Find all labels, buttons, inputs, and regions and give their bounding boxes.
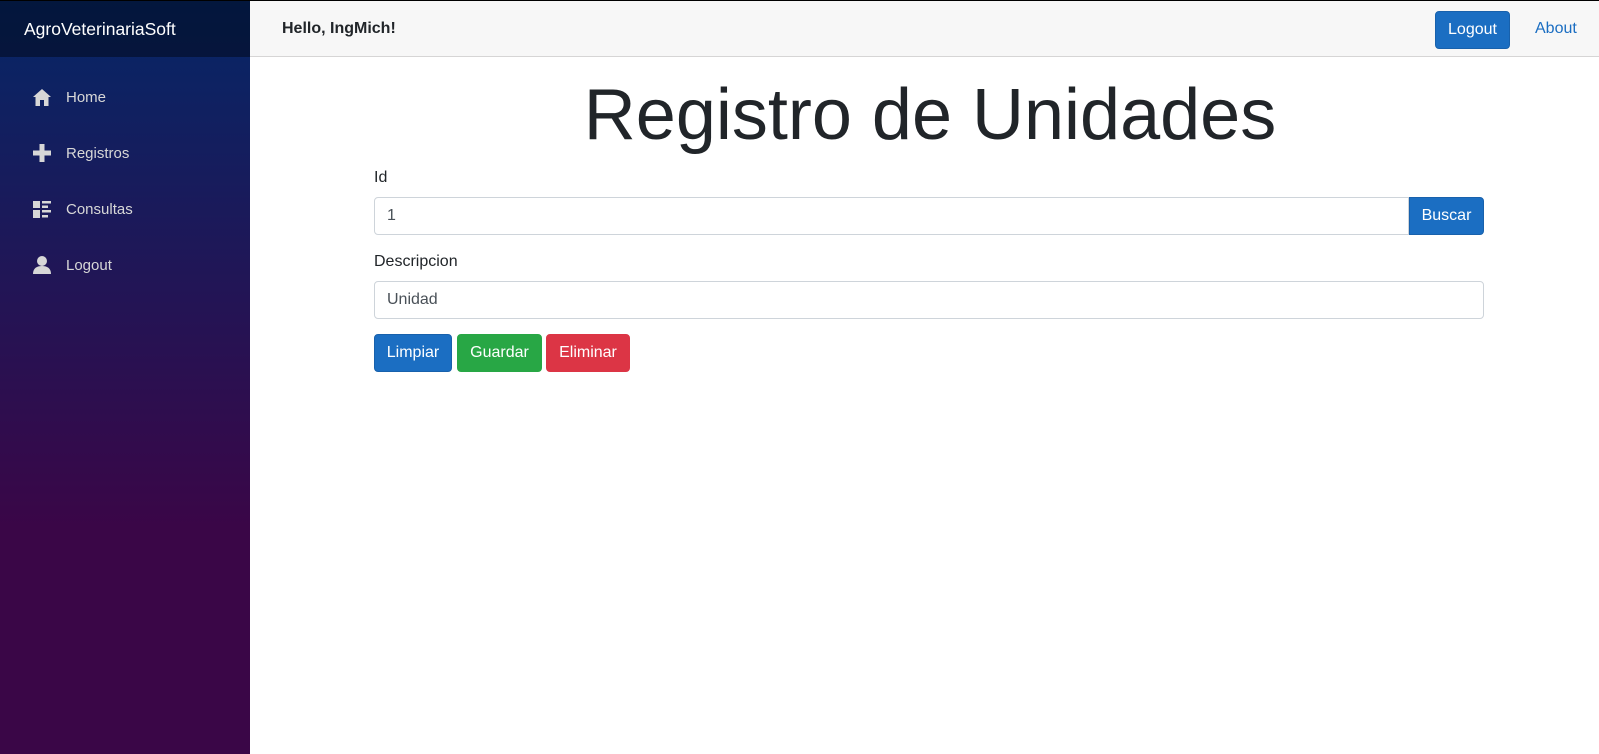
about-link[interactable]: About (1535, 20, 1577, 38)
list-icon (32, 199, 52, 219)
sidebar-item-registros[interactable]: Registros (0, 125, 250, 181)
sidebar-item-label: Registros (66, 144, 130, 162)
description-input[interactable]: Unidad (374, 281, 1484, 319)
sidebar-nav: Home Registros Consultas Logout (0, 57, 250, 293)
search-button[interactable]: Buscar (1409, 197, 1484, 235)
id-label: Id (374, 169, 388, 186)
logout-button[interactable]: Logout (1435, 11, 1510, 49)
top-bar: Hello, IngMich! Logout About (250, 0, 1599, 57)
sidebar-item-label: Logout (66, 256, 112, 274)
person-icon (32, 255, 52, 275)
page-title: Registro de Unidades (583, 75, 1277, 155)
home-icon (32, 87, 52, 107)
description-label: Descripcion (374, 253, 458, 270)
delete-button[interactable]: Eliminar (546, 334, 630, 372)
sidebar-item-home[interactable]: Home (0, 69, 250, 125)
sidebar-item-logout[interactable]: Logout (0, 237, 250, 293)
id-input[interactable]: 1 (374, 197, 1409, 235)
sidebar-item-label: Consultas (66, 200, 133, 218)
sidebar-item-consultas[interactable]: Consultas (0, 181, 250, 237)
sidebar-item-label: Home (66, 88, 107, 106)
sidebar: AgroVeterinariaSoft Home Registros Consu… (0, 0, 250, 754)
save-button[interactable]: Guardar (457, 334, 542, 372)
greeting-text: Hello, IngMich! (282, 20, 396, 37)
app-brand[interactable]: AgroVeterinariaSoft (0, 0, 250, 57)
plus-icon (32, 143, 52, 163)
clear-button[interactable]: Limpiar (374, 334, 452, 372)
